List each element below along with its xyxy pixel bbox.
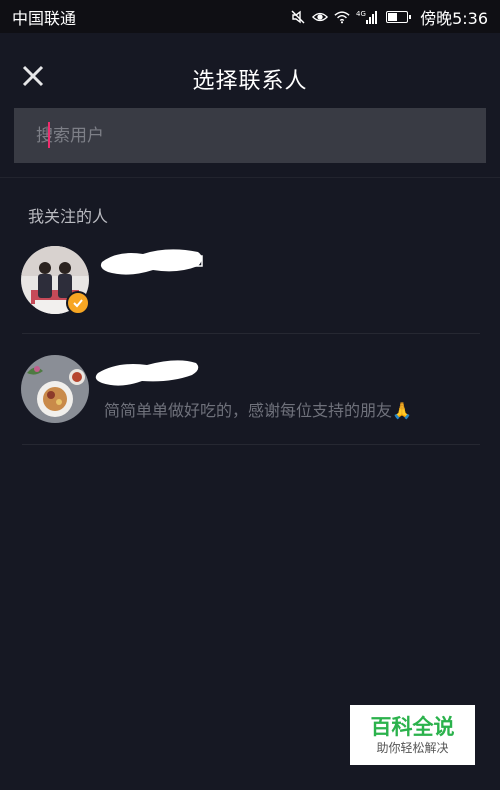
header: 选择联系人 — [0, 33, 500, 105]
status-icons: 4G 傍晚5:36 — [290, 5, 488, 29]
row-divider — [22, 333, 480, 334]
user-row-1[interactable] — [0, 236, 500, 334]
avatar — [21, 355, 89, 423]
status-bar: 中国联通 4G 傍晚5:36 — [0, 0, 500, 33]
user-description: 简简单单做好吃的，感谢每位支持的朋友🙏 — [104, 401, 412, 420]
row-divider — [22, 444, 480, 445]
page-title: 选择联系人 — [192, 69, 308, 94]
watermark-subtitle: 助你轻松解决 — [376, 741, 449, 755]
search-input[interactable] — [36, 125, 456, 146]
search-box[interactable] — [14, 108, 486, 163]
divider — [0, 177, 500, 178]
eye-icon — [312, 9, 329, 25]
battery-icon — [386, 10, 412, 23]
watermark-title: 百科全说 — [370, 715, 455, 739]
clock: 傍晚5:36 — [420, 8, 488, 28]
wifi-icon — [334, 9, 350, 25]
mute-icon — [290, 9, 306, 25]
check-icon — [73, 299, 83, 308]
text-cursor — [48, 122, 50, 148]
redacted-name — [100, 249, 203, 275]
carrier-name: 中国联通 — [12, 8, 77, 28]
user-row-2[interactable]: 简简单单做好吃的，感谢每位支持的朋友🙏 — [0, 345, 500, 445]
watermark-logo: 百科全说 助你轻松解决 — [350, 705, 475, 765]
section-label: 我关注的人 — [28, 207, 109, 226]
network-type: 4G — [356, 10, 366, 18]
redacted-name — [95, 360, 199, 386]
signal-icon: 4G — [356, 9, 380, 25]
verified-badge — [66, 291, 90, 315]
